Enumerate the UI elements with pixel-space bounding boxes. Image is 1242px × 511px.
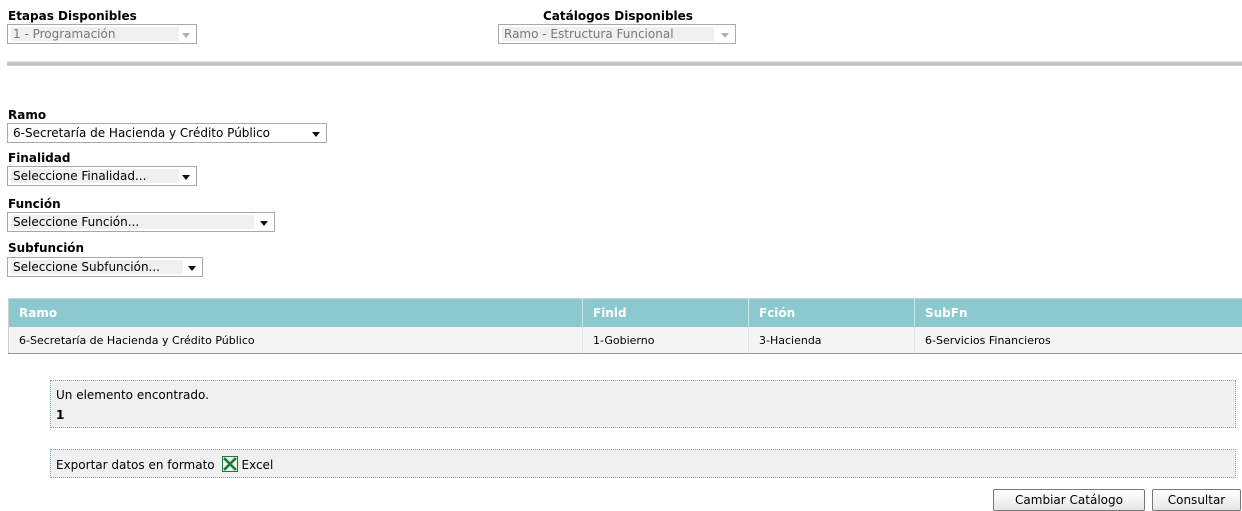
finalidad-label: Finalidad (8, 151, 70, 165)
export-excel-link[interactable]: Excel (241, 458, 273, 472)
chevron-down-icon (721, 33, 729, 38)
column-header-fcion[interactable]: Fción (749, 299, 915, 328)
chevron-down-icon (260, 221, 268, 226)
results-found-text: Un elemento encontrado. (56, 388, 209, 402)
chevron-down-icon (182, 175, 190, 180)
chevron-down-icon (188, 266, 196, 271)
results-summary-box: Un elemento encontrado. 1 (50, 380, 1236, 428)
funcion-select-value: Seleccione Función... (13, 213, 139, 231)
ramo-select[interactable]: 6-Secretaría de Hacienda y Crédito Públi… (7, 123, 327, 143)
catalogos-select-value: Ramo - Estructura Funcional (504, 25, 674, 43)
change-catalog-button[interactable]: Cambiar Catálogo (993, 489, 1145, 511)
table-cell-fcion: 3-Hacienda (749, 327, 915, 354)
column-header-ramo[interactable]: Ramo (9, 299, 583, 328)
table-cell-finld: 1-Gobierno (583, 327, 749, 354)
ramo-select-value: 6-Secretaría de Hacienda y Crédito Públi… (13, 124, 270, 142)
table-cell-ramo: 6-Secretaría de Hacienda y Crédito Públi… (9, 327, 583, 354)
etapas-label: Etapas Disponibles (8, 9, 137, 23)
export-prefix-text: Exportar datos en formato (56, 458, 215, 472)
table-header-row: Ramo Finld Fción SubFn (9, 299, 1242, 328)
excel-icon[interactable] (222, 456, 238, 472)
column-header-finld[interactable]: Finld (583, 299, 749, 328)
ramo-label: Ramo (8, 108, 46, 122)
catalogos-label: Catálogos Disponibles (543, 9, 693, 23)
finalidad-select[interactable]: Seleccione Finalidad... (7, 166, 197, 186)
subfuncion-select[interactable]: Seleccione Subfunción... (7, 257, 203, 277)
chevron-down-icon (182, 33, 190, 38)
chevron-down-icon (312, 132, 320, 137)
funcion-select[interactable]: Seleccione Función... (7, 212, 275, 232)
query-button[interactable]: Consultar (1152, 489, 1241, 511)
etapas-select-value: 1 - Programación (13, 25, 115, 43)
table-cell-subfn: 6-Servicios Financieros (915, 327, 1242, 354)
table-row[interactable]: 6-Secretaría de Hacienda y Crédito Públi… (9, 327, 1242, 354)
header-separator (7, 61, 1242, 66)
results-table: Ramo Finld Fción SubFn 6-Secretaría de H… (8, 298, 1242, 354)
etapas-select[interactable]: 1 - Programación (7, 24, 197, 44)
export-box: Exportar datos en formato Excel (50, 449, 1236, 478)
subfuncion-select-value: Seleccione Subfunción... (13, 258, 160, 276)
finalidad-select-value: Seleccione Finalidad... (13, 167, 146, 185)
subfuncion-label: Subfunción (8, 241, 84, 255)
column-header-subfn[interactable]: SubFn (915, 299, 1242, 328)
catalogos-select[interactable]: Ramo - Estructura Funcional (498, 24, 736, 44)
funcion-label: Función (8, 197, 61, 211)
page-number-link[interactable]: 1 (56, 408, 64, 422)
